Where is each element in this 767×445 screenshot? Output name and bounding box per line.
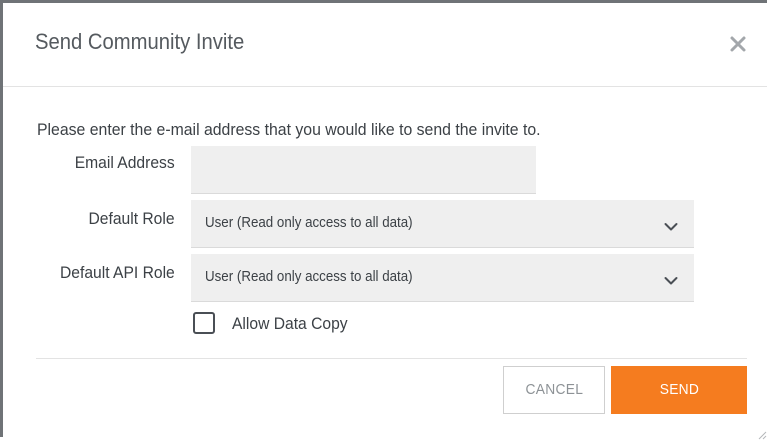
default-role-label: Default Role (88, 209, 175, 228)
chevron-down-icon (664, 273, 678, 285)
close-icon[interactable] (729, 35, 747, 53)
send-button-label: SEND (659, 381, 699, 398)
intro-text: Please enter the e-mail address that you… (37, 120, 541, 139)
cancel-button-label: CANCEL (525, 381, 583, 398)
default-api-role-value: User (Read only access to all data) (205, 269, 413, 285)
send-community-invite-dialog: Send Community Invite Please enter the e… (0, 0, 767, 440)
default-role-value: User (Read only access to all data) (205, 215, 413, 231)
resize-grip-icon[interactable] (757, 427, 767, 440)
default-role-select[interactable]: User (Read only access to all data) (191, 200, 694, 248)
dialog-title: Send Community Invite (35, 29, 245, 54)
chevron-down-icon (664, 219, 678, 231)
send-button[interactable]: SEND (611, 366, 747, 414)
default-api-role-select[interactable]: User (Read only access to all data) (191, 254, 694, 302)
email-address-label: Email Address (75, 153, 175, 172)
allow-data-copy-checkbox[interactable] (193, 312, 215, 334)
default-api-role-label: Default API Role (60, 263, 175, 282)
email-address-input[interactable] (191, 146, 536, 194)
cancel-button[interactable]: CANCEL (503, 366, 605, 414)
footer-divider (36, 358, 747, 359)
allow-data-copy-label[interactable]: Allow Data Copy (232, 314, 348, 334)
dialog-header: Send Community Invite (3, 3, 767, 87)
